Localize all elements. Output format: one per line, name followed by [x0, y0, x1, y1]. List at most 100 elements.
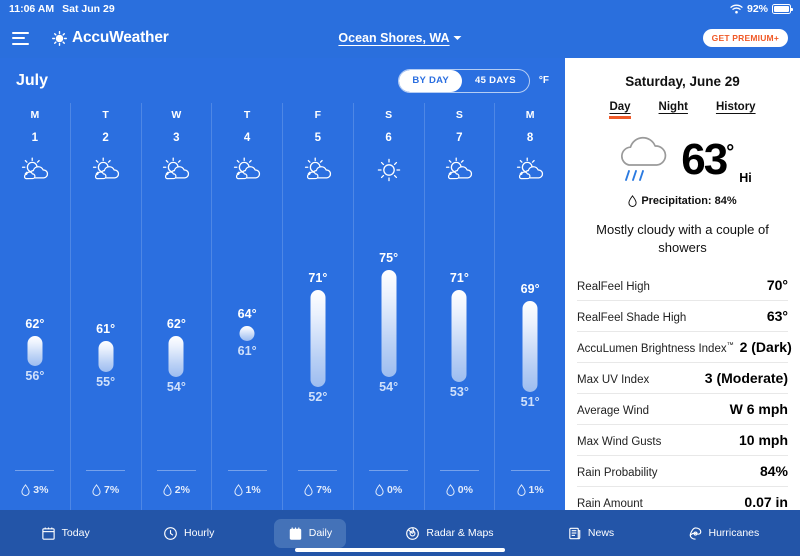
precipitation-value: 1% — [516, 484, 544, 496]
chevron-down-icon — [453, 36, 462, 40]
forecast-day-column[interactable]: F 5 71° 52° 7% — [282, 103, 353, 510]
location-selector[interactable]: Ocean Shores, WA — [338, 31, 462, 45]
water-drop-icon — [375, 484, 384, 496]
tab-night[interactable]: Night — [659, 101, 688, 119]
detail-row-label: Rain Amount — [577, 498, 643, 511]
forecast-day-column[interactable]: S 6 75° 54° 0% — [352, 103, 424, 510]
day-of-month-label: 4 — [243, 132, 251, 144]
precipitation-percent: 7% — [316, 484, 332, 496]
battery-icon — [772, 4, 793, 14]
status-bar: 11:06 AM Sat Jun 29 92% — [0, 0, 800, 18]
unit-toggle[interactable]: °F — [539, 75, 549, 86]
precipitation-cell: 1% — [212, 470, 282, 510]
high-temperature-label: 75° — [379, 251, 399, 266]
precipitation-percent: 1% — [245, 484, 261, 496]
detail-row-label: Rain Probability — [577, 467, 658, 480]
precipitation-cell: 2% — [142, 470, 212, 510]
detail-row: Average Wind W 6 mph — [577, 393, 788, 424]
water-drop-icon — [163, 484, 172, 496]
temperature-bar-area: 71° 53° — [425, 185, 495, 470]
tab-label: Hurricanes — [708, 527, 760, 539]
view-toggle[interactable]: BY DAY 45 DAYS — [398, 68, 530, 93]
tab-hourly[interactable]: Hourly — [149, 519, 228, 548]
detail-row: RealFeel Shade High 63° — [577, 300, 788, 331]
precipitation-value: 1% — [233, 484, 261, 496]
hamburger-menu-icon[interactable] — [12, 31, 32, 45]
temperature-bar-area: 75° 54° — [354, 185, 424, 470]
detail-row-value: 10 mph — [738, 432, 788, 449]
day-of-month-label: 7 — [456, 132, 463, 144]
sun-icon — [374, 155, 404, 185]
detail-rows: RealFeel High 70° RealFeel Shade High 63°… — [565, 270, 800, 517]
tab-hurricanes[interactable]: Hurricanes — [674, 519, 774, 548]
cloud-with-rain-icon — [613, 135, 675, 185]
day-of-week-label: M — [30, 109, 40, 121]
forecast-day-column[interactable]: W 3 62° 54° 2% — [140, 103, 212, 510]
detail-row-value: 70° — [766, 277, 788, 294]
low-temperature-label: 56° — [25, 369, 45, 384]
high-temperature-label: 69° — [520, 281, 540, 296]
precipitation-percent: 2% — [174, 484, 190, 496]
chart-toolbar: July BY DAY 45 DAYS °F — [0, 58, 565, 103]
day-of-month-label: 3 — [173, 132, 180, 144]
forecast-day-column[interactable]: M 1 62° 56° 3% — [0, 103, 70, 510]
condition-phrase: Mostly cloudy with a couple of showers — [596, 222, 769, 255]
toggle-45-days[interactable]: 45 DAYS — [462, 70, 529, 92]
calendar-icon — [41, 526, 56, 541]
tab-news[interactable]: News — [553, 519, 628, 548]
day-of-week-label: S — [455, 109, 463, 121]
forecast-day-column[interactable]: T 2 61° 55° 7% — [69, 103, 141, 510]
chart-controls: BY DAY 45 DAYS °F — [398, 68, 549, 93]
precipitation-value: 0% — [446, 484, 473, 496]
day-of-week-label: F — [314, 109, 322, 121]
tab-daily[interactable]: Daily — [273, 518, 347, 548]
tab-label: Daily — [308, 527, 333, 539]
precipitation-text: Precipitation: 84% — [641, 195, 737, 207]
detail-row-value: 63° — [766, 308, 788, 325]
tab-today[interactable]: Today — [27, 519, 104, 548]
high-temperature-label: 62° — [25, 317, 45, 332]
tab-history[interactable]: History — [716, 101, 756, 119]
precipitation-cell: 7% — [283, 470, 353, 510]
precipitation-cell: 3% — [0, 470, 70, 510]
day-of-week-label: W — [171, 109, 182, 121]
detail-row-label: Max Wind Gusts — [577, 436, 662, 449]
detail-date: Saturday, June 29 — [625, 74, 740, 89]
status-bar-right: 92% — [730, 3, 793, 15]
low-temperature-label: 54° — [166, 379, 186, 394]
high-temperature-label: 61° — [96, 322, 116, 337]
sun-behind-cloud-icon — [20, 155, 50, 185]
precipitation-percent: 3% — [33, 484, 49, 496]
tab-day[interactable]: Day — [609, 101, 631, 119]
forecast-day-column[interactable]: S 7 71° 53° 0% — [423, 103, 495, 510]
day-of-week-label: T — [243, 109, 251, 121]
precipitation-value: 3% — [21, 484, 48, 496]
high-temperature-label: 64° — [237, 306, 257, 321]
status-time: 11:06 AM — [9, 3, 55, 15]
forecast-columns: M 1 62° 56° 3% T 2 61° 55° 7% W 3 62° 54… — [0, 103, 565, 510]
detail-tabs: Day Night History — [565, 101, 800, 119]
temperature-range-bar — [451, 290, 467, 382]
sun-behind-cloud-icon — [232, 155, 262, 185]
detail-row: Max Wind Gusts 10 mph — [577, 424, 788, 455]
low-temperature-label: 61° — [237, 344, 257, 359]
tab-label: News — [587, 527, 615, 539]
low-temperature-label: 52° — [308, 389, 328, 404]
brand-name: AccuWeather — [72, 29, 169, 46]
accuweather-app: 11:06 AM Sat Jun 29 92% AccuWeather Ocea… — [0, 0, 800, 556]
forecast-day-column[interactable]: T 4 64° 61° 1% — [211, 103, 282, 510]
temperature-range-bar — [98, 341, 114, 372]
water-drop-icon — [92, 484, 101, 496]
day-of-week-label: M — [525, 109, 535, 121]
toggle-by-day[interactable]: BY DAY — [399, 69, 463, 92]
app-header: AccuWeather Ocean Shores, WA GET PREMIUM… — [0, 18, 800, 58]
tab-radar-maps[interactable]: Radar & Maps — [391, 519, 507, 548]
sun-behind-cloud-icon — [515, 155, 545, 185]
forecast-day-column[interactable]: M 8 69° 51° 1% — [494, 103, 565, 510]
get-premium-button[interactable]: GET PREMIUM+ — [702, 29, 788, 47]
detail-row: AccuLumen Brightness Index™ 2 (Dark) — [577, 331, 792, 362]
detail-row: Max UV Index 3 (Moderate) — [577, 362, 788, 393]
temperature-range-bar — [522, 300, 538, 392]
brand-logo[interactable]: AccuWeather — [52, 29, 169, 47]
sun-behind-cloud-icon — [444, 155, 474, 185]
